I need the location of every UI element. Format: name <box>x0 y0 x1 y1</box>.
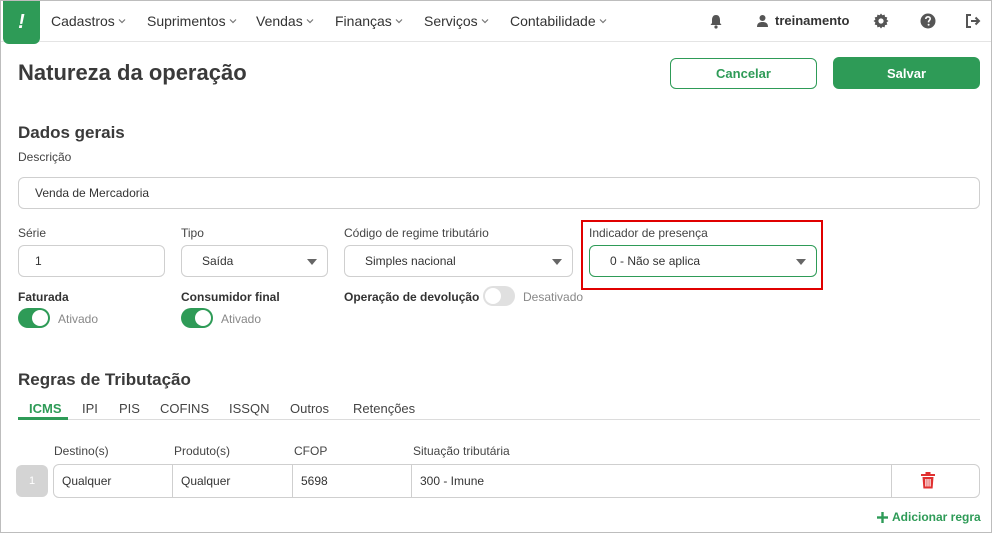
tab-pis[interactable]: PIS <box>119 401 140 416</box>
col-header-produto: Produto(s) <box>174 444 231 458</box>
faturada-label: Faturada <box>18 290 69 304</box>
tab-issqn[interactable]: ISSQN <box>229 401 269 416</box>
col-header-situacao: Situação tributária <box>413 444 510 458</box>
cell-destino[interactable]: Qualquer <box>54 465 172 497</box>
nav-label: Cadastros <box>51 13 115 29</box>
row-number: 1 <box>16 465 48 497</box>
regime-select[interactable]: Simples nacional <box>344 245 573 277</box>
devolucao-state: Desativado <box>523 290 584 304</box>
descricao-field[interactable]: Venda de Mercadoria <box>18 177 980 209</box>
add-rule-button[interactable]: Adicionar regra <box>877 510 981 524</box>
regime-value: Simples nacional <box>365 254 456 268</box>
table-row[interactable]: Qualquer Qualquer 5698 300 - Imune <box>53 464 980 498</box>
gear-icon[interactable] <box>871 11 891 31</box>
nav-label: Finanças <box>335 13 392 29</box>
section-title-dados-gerais: Dados gerais <box>18 123 125 142</box>
page-title: Natureza da operação <box>18 60 247 85</box>
chevron-down-icon <box>481 19 489 24</box>
toggle-knob <box>32 310 48 326</box>
descricao-label: Descrição <box>18 150 72 164</box>
serie-field[interactable]: 1 <box>18 245 165 277</box>
nav-cadastros[interactable]: Cadastros <box>51 13 126 29</box>
toggle-knob <box>195 310 211 326</box>
nav-servicos[interactable]: Serviços <box>424 13 489 29</box>
regime-label: Código de regime tributário <box>344 226 489 240</box>
user-icon <box>757 15 768 27</box>
tab-ipi[interactable]: IPI <box>82 401 98 416</box>
tipo-label: Tipo <box>181 226 204 240</box>
chevron-down-icon <box>306 19 314 24</box>
nav-label: Suprimentos <box>147 13 226 29</box>
chevron-down-icon <box>118 19 126 24</box>
nav-vendas[interactable]: Vendas <box>256 13 314 29</box>
serie-label: Série <box>18 226 47 240</box>
serie-value: 1 <box>35 254 42 268</box>
nav-contabilidade[interactable]: Contabilidade <box>510 13 607 29</box>
user-menu[interactable]: treinamento <box>756 13 849 28</box>
logout-icon[interactable] <box>963 11 983 31</box>
consumidor-toggle[interactable] <box>181 308 213 328</box>
devolucao-toggle[interactable] <box>483 286 515 306</box>
tabs-divider <box>18 419 980 420</box>
app-logo[interactable]: ! <box>3 1 40 44</box>
cancel-button[interactable]: Cancelar <box>670 58 817 89</box>
descricao-value: Venda de Mercadoria <box>35 186 150 200</box>
nav-suprimentos[interactable]: Suprimentos <box>147 13 237 29</box>
tipo-select[interactable]: Saída <box>181 245 328 277</box>
caret-down-icon <box>307 259 317 265</box>
nav-label: Serviços <box>424 13 478 29</box>
username: treinamento <box>775 13 850 28</box>
plus-icon <box>877 511 888 523</box>
cell-divider <box>891 465 892 497</box>
bell-icon[interactable] <box>706 11 726 31</box>
consumidor-label: Consumidor final <box>181 290 280 304</box>
top-navbar: ! Cadastros Suprimentos Vendas Finanças … <box>1 1 991 44</box>
cell-produto[interactable]: Qualquer <box>173 465 292 497</box>
devolucao-label: Operação de devolução <box>344 290 480 304</box>
chevron-down-icon <box>395 19 403 24</box>
chevron-down-icon <box>229 19 237 24</box>
chevron-down-icon <box>599 19 607 24</box>
trash-icon[interactable] <box>920 472 938 490</box>
col-header-destino: Destino(s) <box>54 444 109 458</box>
caret-down-icon <box>552 259 562 265</box>
nav-label: Contabilidade <box>510 13 596 29</box>
faturada-toggle[interactable] <box>18 308 50 328</box>
tab-retencoes[interactable]: Retenções <box>353 401 415 416</box>
tab-outros[interactable]: Outros <box>290 401 329 416</box>
tab-icms[interactable]: ICMS <box>29 401 62 416</box>
faturada-state: Ativado <box>58 312 99 326</box>
active-tab-indicator <box>18 417 68 420</box>
presenca-value: 0 - Não se aplica <box>610 254 701 268</box>
cell-cfop[interactable]: 5698 <box>293 465 411 497</box>
cell-situacao[interactable]: 300 - Imune <box>412 465 892 497</box>
presenca-label: Indicador de presença <box>589 226 708 240</box>
consumidor-state: Ativado <box>221 312 262 326</box>
presenca-select[interactable]: 0 - Não se aplica <box>589 245 817 277</box>
nav-financas[interactable]: Finanças <box>335 13 403 29</box>
section-title-regras: Regras de Tributação <box>18 370 191 389</box>
help-icon[interactable] <box>918 11 938 31</box>
tab-cofins[interactable]: COFINS <box>160 401 209 416</box>
toggle-knob <box>485 288 501 304</box>
caret-down-icon <box>796 259 806 265</box>
save-button[interactable]: Salvar <box>833 57 980 89</box>
nav-label: Vendas <box>256 13 303 29</box>
add-rule-label: Adicionar regra <box>892 510 981 524</box>
col-header-cfop: CFOP <box>294 444 328 458</box>
tipo-value: Saída <box>202 254 234 268</box>
